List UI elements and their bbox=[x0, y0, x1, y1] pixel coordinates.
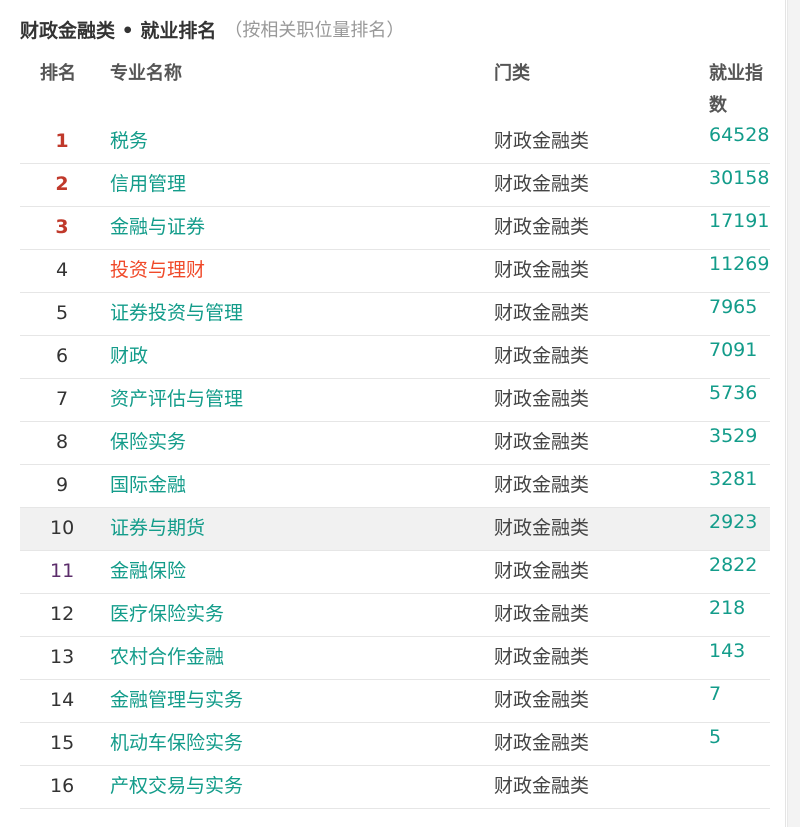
major-link[interactable]: 税务 bbox=[110, 121, 148, 161]
employment-index: 7965 bbox=[709, 296, 758, 318]
category-text: 财政金融类 bbox=[494, 345, 590, 367]
category-text: 财政金融类 bbox=[494, 603, 590, 625]
rank-number: 4 bbox=[55, 259, 69, 281]
rank-number: 11 bbox=[50, 560, 75, 582]
ranking-panel: 财政金融类 • 就业排名 （按相关职位量排名） 排名 专业名称 门类 就业指数 … bbox=[0, 0, 786, 827]
category-text: 财政金融类 bbox=[494, 173, 590, 195]
employment-index: 30158 bbox=[709, 167, 770, 189]
major-link[interactable]: 机动车保险实务 bbox=[110, 723, 243, 763]
employment-index: 7091 bbox=[709, 339, 758, 361]
table-row: 11 金融保险 财政金融类 2822 bbox=[20, 551, 770, 594]
category-text: 财政金融类 bbox=[494, 646, 590, 668]
employment-index: 218 bbox=[709, 597, 746, 619]
major-link[interactable]: 信用管理 bbox=[110, 164, 186, 204]
category-text: 财政金融类 bbox=[494, 689, 590, 711]
category-text: 财政金融类 bbox=[494, 302, 590, 324]
column-header-rank: 排名 bbox=[40, 63, 76, 84]
rank-number: 7 bbox=[55, 388, 69, 410]
employment-index: 7 bbox=[709, 683, 722, 705]
category-text: 财政金融类 bbox=[494, 431, 590, 453]
major-link[interactable]: 证券与期货 bbox=[110, 508, 205, 548]
rank-number: 2 bbox=[55, 173, 69, 195]
category-text: 财政金融类 bbox=[494, 517, 590, 539]
table-row: 6 财政 财政金融类 7091 bbox=[20, 336, 770, 379]
employment-index: 3529 bbox=[709, 425, 758, 447]
category-text: 财政金融类 bbox=[494, 130, 590, 152]
table-row: 5 证券投资与管理 财政金融类 7965 bbox=[20, 293, 770, 336]
category-text: 财政金融类 bbox=[494, 732, 590, 754]
table-row: 13 农村合作金融 财政金融类 143 bbox=[20, 637, 770, 680]
rank-number: 5 bbox=[55, 302, 69, 324]
rank-number: 12 bbox=[50, 603, 75, 625]
major-link[interactable]: 金融保险 bbox=[110, 551, 186, 591]
employment-index: 143 bbox=[709, 640, 746, 662]
rank-number: 16 bbox=[50, 775, 75, 797]
major-link[interactable]: 金融管理与实务 bbox=[110, 680, 243, 720]
major-link[interactable]: 保险实务 bbox=[110, 422, 186, 462]
rank-number: 3 bbox=[55, 216, 69, 238]
major-link[interactable]: 投资与理财 bbox=[110, 250, 205, 290]
table-row: 1 税务 财政金融类 64528 bbox=[20, 121, 770, 164]
table-row: 7 资产评估与管理 财政金融类 5736 bbox=[20, 379, 770, 422]
ranking-table: 1 税务 财政金融类 64528 2 信用管理 财政金融类 30158 3 金融… bbox=[20, 121, 770, 809]
column-header-index: 就业指数 bbox=[709, 63, 763, 116]
employment-index: 11269 bbox=[709, 253, 770, 275]
panel-header: 财政金融类 • 就业排名 （按相关职位量排名） bbox=[20, 14, 404, 44]
table-row: 9 国际金融 财政金融类 3281 bbox=[20, 465, 770, 508]
major-link[interactable]: 资产评估与管理 bbox=[110, 379, 243, 419]
table-row: 16 产权交易与实务 财政金融类 bbox=[20, 766, 770, 809]
employment-index: 2822 bbox=[709, 554, 758, 576]
category-text: 财政金融类 bbox=[494, 216, 590, 238]
major-link[interactable]: 产权交易与实务 bbox=[110, 766, 243, 806]
category-text: 财政金融类 bbox=[494, 259, 590, 281]
page-title: 财政金融类 • 就业排名 bbox=[20, 19, 217, 42]
category-text: 财政金融类 bbox=[494, 560, 590, 582]
table-row: 10 证券与期货 财政金融类 2923 bbox=[20, 508, 770, 551]
employment-index: 64528 bbox=[709, 124, 770, 146]
major-link[interactable]: 金融与证券 bbox=[110, 207, 205, 247]
table-row: 2 信用管理 财政金融类 30158 bbox=[20, 164, 770, 207]
rank-number: 8 bbox=[55, 431, 69, 453]
category-text: 财政金融类 bbox=[494, 474, 590, 496]
table-row: 14 金融管理与实务 财政金融类 7 bbox=[20, 680, 770, 723]
major-link[interactable]: 证券投资与管理 bbox=[110, 293, 243, 333]
column-header-category: 门类 bbox=[494, 63, 530, 84]
rank-number: 1 bbox=[55, 130, 69, 152]
page-subtitle: （按相关职位量排名） bbox=[224, 20, 405, 41]
table-row: 3 金融与证券 财政金融类 17191 bbox=[20, 207, 770, 250]
table-row: 15 机动车保险实务 财政金融类 5 bbox=[20, 723, 770, 766]
major-link[interactable]: 医疗保险实务 bbox=[110, 594, 224, 634]
rank-number: 14 bbox=[50, 689, 75, 711]
category-text: 财政金融类 bbox=[494, 775, 590, 797]
table-row: 12 医疗保险实务 财政金融类 218 bbox=[20, 594, 770, 637]
employment-index: 2923 bbox=[709, 511, 758, 533]
column-header-name: 专业名称 bbox=[110, 63, 182, 84]
employment-index: 5736 bbox=[709, 382, 758, 404]
category-text: 财政金融类 bbox=[494, 388, 590, 410]
major-link[interactable]: 财政 bbox=[110, 336, 148, 376]
vertical-scrollbar[interactable] bbox=[787, 0, 800, 827]
employment-index: 17191 bbox=[709, 210, 770, 232]
table-row: 4 投资与理财 财政金融类 11269 bbox=[20, 250, 770, 293]
rank-number: 6 bbox=[55, 345, 69, 367]
employment-index: 5 bbox=[709, 726, 722, 748]
rank-number: 15 bbox=[50, 732, 75, 754]
table-row: 8 保险实务 财政金融类 3529 bbox=[20, 422, 770, 465]
rank-number: 13 bbox=[50, 646, 75, 668]
major-link[interactable]: 国际金融 bbox=[110, 465, 186, 505]
rank-number: 9 bbox=[55, 474, 69, 496]
rank-number: 10 bbox=[50, 517, 75, 539]
employment-index: 3281 bbox=[709, 468, 758, 490]
major-link[interactable]: 农村合作金融 bbox=[110, 637, 224, 677]
